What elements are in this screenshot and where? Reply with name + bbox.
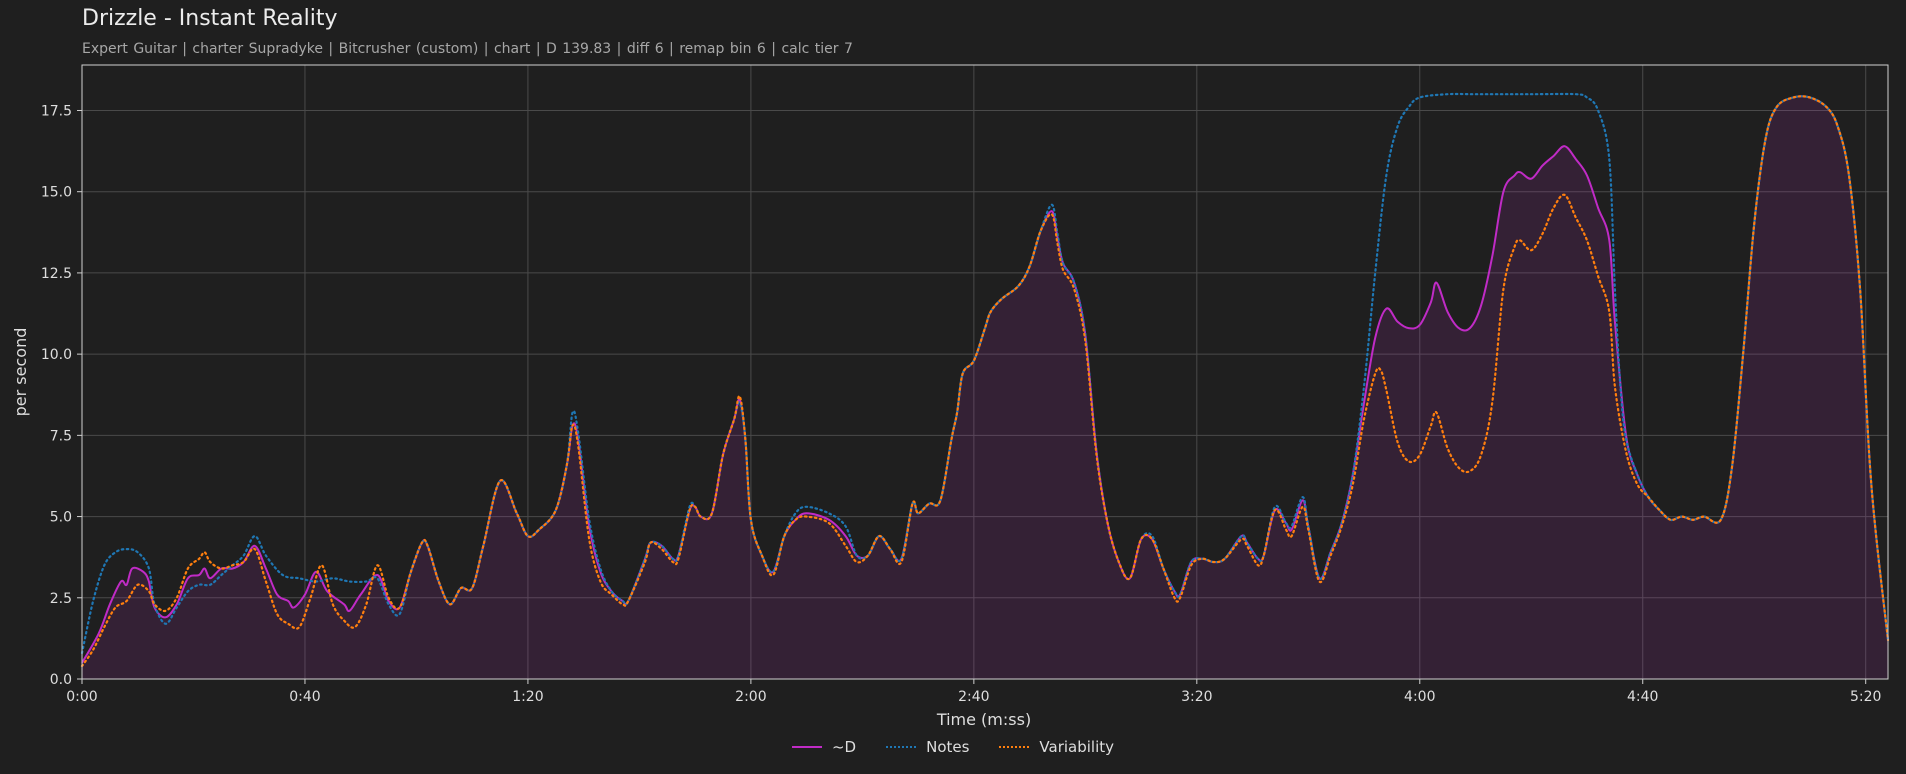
legend-item: Variability xyxy=(999,738,1114,756)
legend-swatch xyxy=(791,746,822,748)
y-axis-label: per second xyxy=(11,328,30,417)
y-tick-label: 15.0 xyxy=(41,185,72,201)
x-tick-label: 4:00 xyxy=(1404,689,1435,705)
y-tick-label: 12.5 xyxy=(41,266,72,282)
y-tick-label: 2.5 xyxy=(50,591,72,607)
chart-legend: ~D Notes Variability xyxy=(0,738,1906,756)
y-tick-label: 7.5 xyxy=(50,428,72,444)
legend-item: Notes xyxy=(886,738,969,756)
y-tick-label: 17.5 xyxy=(41,103,72,119)
line-chart: 0:00 0:40 1:20 2:00 2:40 3:20 4:00 4:40 5:20 0.0… xyxy=(11,64,1890,729)
x-tick-label: 0:00 xyxy=(66,689,97,705)
legend-label: Variability xyxy=(1039,738,1115,756)
legend-item: ~D xyxy=(791,738,857,756)
y-axis: 0.0 2.5 5.0 7.5 10.0 12.5 15.0 17.5 xyxy=(41,103,82,688)
legend-swatch xyxy=(886,746,917,748)
x-tick-label: 0:40 xyxy=(289,689,320,705)
x-tick-label: 2:00 xyxy=(735,689,766,705)
x-tick-label: 4:40 xyxy=(1627,689,1658,705)
area-fill-series-0 xyxy=(82,96,1888,680)
y-tick-label: 5.0 xyxy=(50,510,72,526)
x-axis-label: Time (m:ss) xyxy=(936,710,1031,729)
legend-label: ~D xyxy=(831,738,857,756)
x-tick-label: 2:40 xyxy=(958,689,989,705)
x-tick-label: 3:20 xyxy=(1181,689,1212,705)
x-axis: 0:00 0:40 1:20 2:00 2:40 3:20 4:00 4:40 5:20 xyxy=(66,679,1881,705)
series-layer xyxy=(80,92,1890,680)
x-tick-label: 5:20 xyxy=(1850,689,1881,705)
legend-label: Notes xyxy=(926,738,970,756)
y-tick-label: 0.0 xyxy=(50,672,72,688)
legend-swatch xyxy=(999,746,1030,748)
x-tick-label: 1:20 xyxy=(512,689,543,705)
y-tick-label: 10.0 xyxy=(41,347,72,363)
